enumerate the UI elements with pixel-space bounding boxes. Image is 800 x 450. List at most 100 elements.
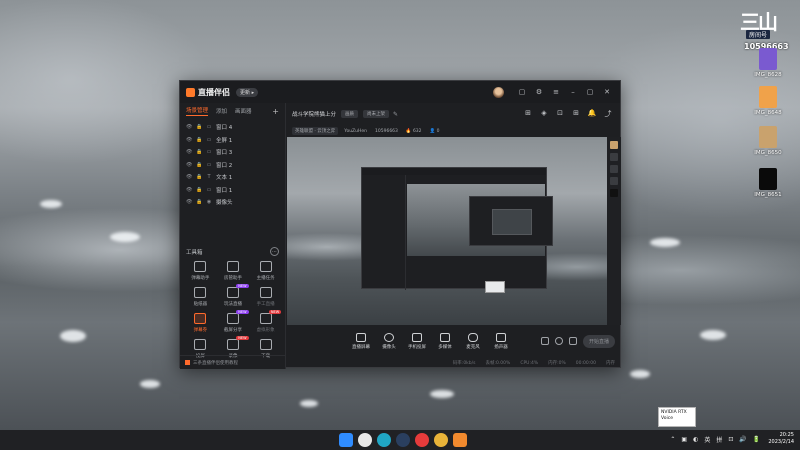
desktop-file-icon[interactable]: IMG_8628 bbox=[746, 48, 790, 78]
maximize-icon[interactable]: ▢ bbox=[583, 85, 597, 99]
source-icon: ▭ bbox=[206, 124, 212, 131]
tutorial-link[interactable]: 三条直播伴侣使用教程 bbox=[180, 355, 286, 369]
tool-room-admin[interactable]: 房管助手 bbox=[217, 261, 250, 281]
add-scene-button[interactable]: + bbox=[272, 107, 279, 116]
stats-icon[interactable] bbox=[554, 337, 563, 345]
edge-icon[interactable] bbox=[377, 433, 391, 447]
list-item[interactable]: 👁 🔒 ▭ 窗口 2 bbox=[186, 159, 279, 172]
lock-icon[interactable]: 🔒 bbox=[196, 199, 202, 205]
list-item[interactable]: 👁 🔒 ◉ 摄像头 bbox=[186, 196, 279, 209]
browser-icon[interactable] bbox=[434, 433, 448, 447]
tab-scene-manage[interactable]: 场景管理 bbox=[186, 106, 209, 116]
eye-icon[interactable]: 👁 bbox=[186, 174, 192, 180]
lock-icon[interactable]: 🔒 bbox=[196, 149, 202, 155]
message-icon[interactable]: ▢ bbox=[515, 85, 529, 99]
desktop-file-icon[interactable]: IMG_8650 bbox=[746, 126, 790, 156]
tool-virtual-avatar[interactable]: NEW 虚拟形象 bbox=[249, 310, 282, 333]
volume-icon[interactable]: 🔊 bbox=[739, 436, 746, 443]
eye-icon[interactable]: 👁 bbox=[186, 187, 192, 193]
list-item[interactable]: 👁 🔒 ▭ 窗口 1 bbox=[186, 184, 279, 197]
eye-icon[interactable]: 👁 bbox=[186, 137, 192, 143]
tool-label: 房管助手 bbox=[223, 276, 242, 281]
eye-icon[interactable]: 👁 bbox=[186, 149, 192, 155]
tool-icon bbox=[259, 261, 272, 272]
media-button[interactable]: 多媒体 bbox=[431, 332, 459, 350]
tool-danmu-assistant[interactable]: 弹幕助手 bbox=[184, 261, 217, 281]
screen-capture-button[interactable]: 直播屏幕 bbox=[347, 332, 375, 350]
eye-icon[interactable]: 👁 bbox=[186, 124, 192, 130]
tab-add[interactable]: 添加 bbox=[216, 107, 227, 115]
share-icon[interactable]: ⤴ bbox=[600, 109, 616, 119]
control-label: 扬声器 bbox=[494, 344, 508, 350]
edit-icon[interactable]: ✎ bbox=[393, 111, 398, 118]
bell-icon[interactable]: 🔔 bbox=[584, 109, 600, 119]
tool-manual-live[interactable]: 手工直播 bbox=[249, 287, 282, 307]
grid-icon[interactable]: ⊞ bbox=[568, 109, 584, 119]
quality-chip[interactable]: 画质 bbox=[341, 110, 359, 118]
eye-icon[interactable]: 👁 bbox=[186, 199, 192, 205]
network-icon[interactable]: ⊡ bbox=[728, 436, 733, 443]
settings-icon[interactable] bbox=[568, 337, 577, 345]
settings-icon[interactable]: ⚙ bbox=[532, 85, 546, 99]
desktop-file-icon[interactable]: IMG_8651 bbox=[746, 168, 790, 198]
desktop-file-icon[interactable]: IMG_8648 bbox=[746, 86, 790, 116]
list-item[interactable]: 👁 🔒 ▭ 窗口 3 bbox=[186, 146, 279, 159]
list-item[interactable]: 👁 🔒 T 文本 1 bbox=[186, 171, 279, 184]
file-label: IMG_8628 bbox=[754, 72, 782, 78]
music-app-icon[interactable] bbox=[415, 433, 429, 447]
tool-label: 弹幕券 bbox=[193, 328, 208, 333]
eye-icon[interactable]: 👁 bbox=[186, 162, 192, 168]
steam-icon[interactable] bbox=[396, 433, 410, 447]
lock-icon[interactable]: 🔒 bbox=[196, 137, 202, 143]
left-panel: 场景管理 添加 画面器 + 👁 🔒 ▭ 窗口 4 👁 🔒 ▭ 全屏 1 👁 🔒 ▭ 窗口 3 👁 🔒… bbox=[180, 103, 286, 369]
tool-play-live[interactable]: NEW 玩法直播 bbox=[217, 284, 250, 307]
minimize-icon[interactable]: – bbox=[566, 85, 580, 99]
room-info-bar: 战斗学院熊猫上分 画质 尚未上架 ✎ ⊞ ◈ ⊡ ⊞ 🔔 ⤴ bbox=[287, 103, 621, 125]
start-live-button[interactable]: 开始直播 bbox=[582, 334, 615, 348]
tool-sticker[interactable]: 贴纸器 bbox=[184, 287, 217, 307]
frame-icon[interactable]: ⊡ bbox=[552, 109, 568, 119]
battery-icon[interactable]: 🔋 bbox=[753, 436, 760, 443]
status-chip[interactable]: 尚未上架 bbox=[363, 110, 390, 118]
tool-host-tasks[interactable]: 主播任务 bbox=[249, 261, 282, 281]
close-icon[interactable]: ✕ bbox=[600, 85, 614, 99]
speaker-button[interactable]: 扬声器 bbox=[487, 332, 515, 350]
snow-decor bbox=[430, 390, 454, 398]
tool-icon[interactable] bbox=[610, 165, 618, 173]
tool-icon[interactable] bbox=[610, 177, 618, 185]
clock[interactable]: 20:25 2023/2/14 bbox=[768, 432, 794, 446]
effect-icon[interactable]: ◈ bbox=[536, 109, 552, 119]
ime-mode[interactable]: 拼 bbox=[716, 435, 722, 444]
lock-icon[interactable]: 🔒 bbox=[196, 174, 202, 180]
microphone-button[interactable]: 麦克风 bbox=[459, 332, 487, 350]
tool-danmu-coupon[interactable]: 弹幕券 bbox=[184, 313, 217, 333]
nvidia-icon[interactable]: ◐ bbox=[693, 436, 698, 443]
camera-button[interactable]: 摄像头 bbox=[375, 332, 403, 350]
record-icon[interactable] bbox=[540, 337, 549, 345]
layout-icon[interactable]: ⊞ bbox=[520, 109, 536, 119]
lock-icon[interactable]: 🔒 bbox=[196, 124, 202, 130]
stream-preview[interactable] bbox=[287, 137, 621, 325]
list-item[interactable]: 👁 🔒 ▭ 全屏 1 bbox=[186, 134, 279, 147]
tool-icon[interactable] bbox=[610, 189, 618, 197]
lock-icon[interactable]: 🔒 bbox=[196, 187, 202, 193]
avatar[interactable] bbox=[493, 86, 504, 98]
category-chip[interactable]: 英雄联盟 · 云顶之弈 bbox=[292, 127, 339, 135]
app-tray-icon[interactable]: ▣ bbox=[681, 436, 687, 443]
ime-language[interactable]: 英 bbox=[704, 435, 710, 444]
avatar-icon[interactable] bbox=[610, 141, 618, 149]
lock-icon[interactable]: 🔒 bbox=[196, 162, 202, 168]
tool-screenshot-share[interactable]: NEW 截屏分享 bbox=[217, 310, 250, 333]
update-pill[interactable]: 更新 ▸ bbox=[236, 87, 259, 97]
chevron-up-icon[interactable]: ⌃ bbox=[670, 436, 675, 443]
preview-marker bbox=[485, 281, 505, 293]
more-tools-button[interactable]: ⋯ bbox=[270, 247, 279, 256]
menu-icon[interactable]: ≡ bbox=[549, 85, 563, 99]
windows-start-icon[interactable] bbox=[339, 433, 353, 447]
search-icon[interactable] bbox=[358, 433, 372, 447]
list-item[interactable]: 👁 🔒 ▭ 窗口 4 bbox=[186, 121, 279, 134]
phone-cast-button[interactable]: 手机投屏 bbox=[403, 332, 431, 350]
live-companion-taskbar-icon[interactable] bbox=[453, 433, 467, 447]
tool-icon[interactable] bbox=[610, 153, 618, 161]
tab-canvas[interactable]: 画面器 bbox=[235, 107, 252, 115]
